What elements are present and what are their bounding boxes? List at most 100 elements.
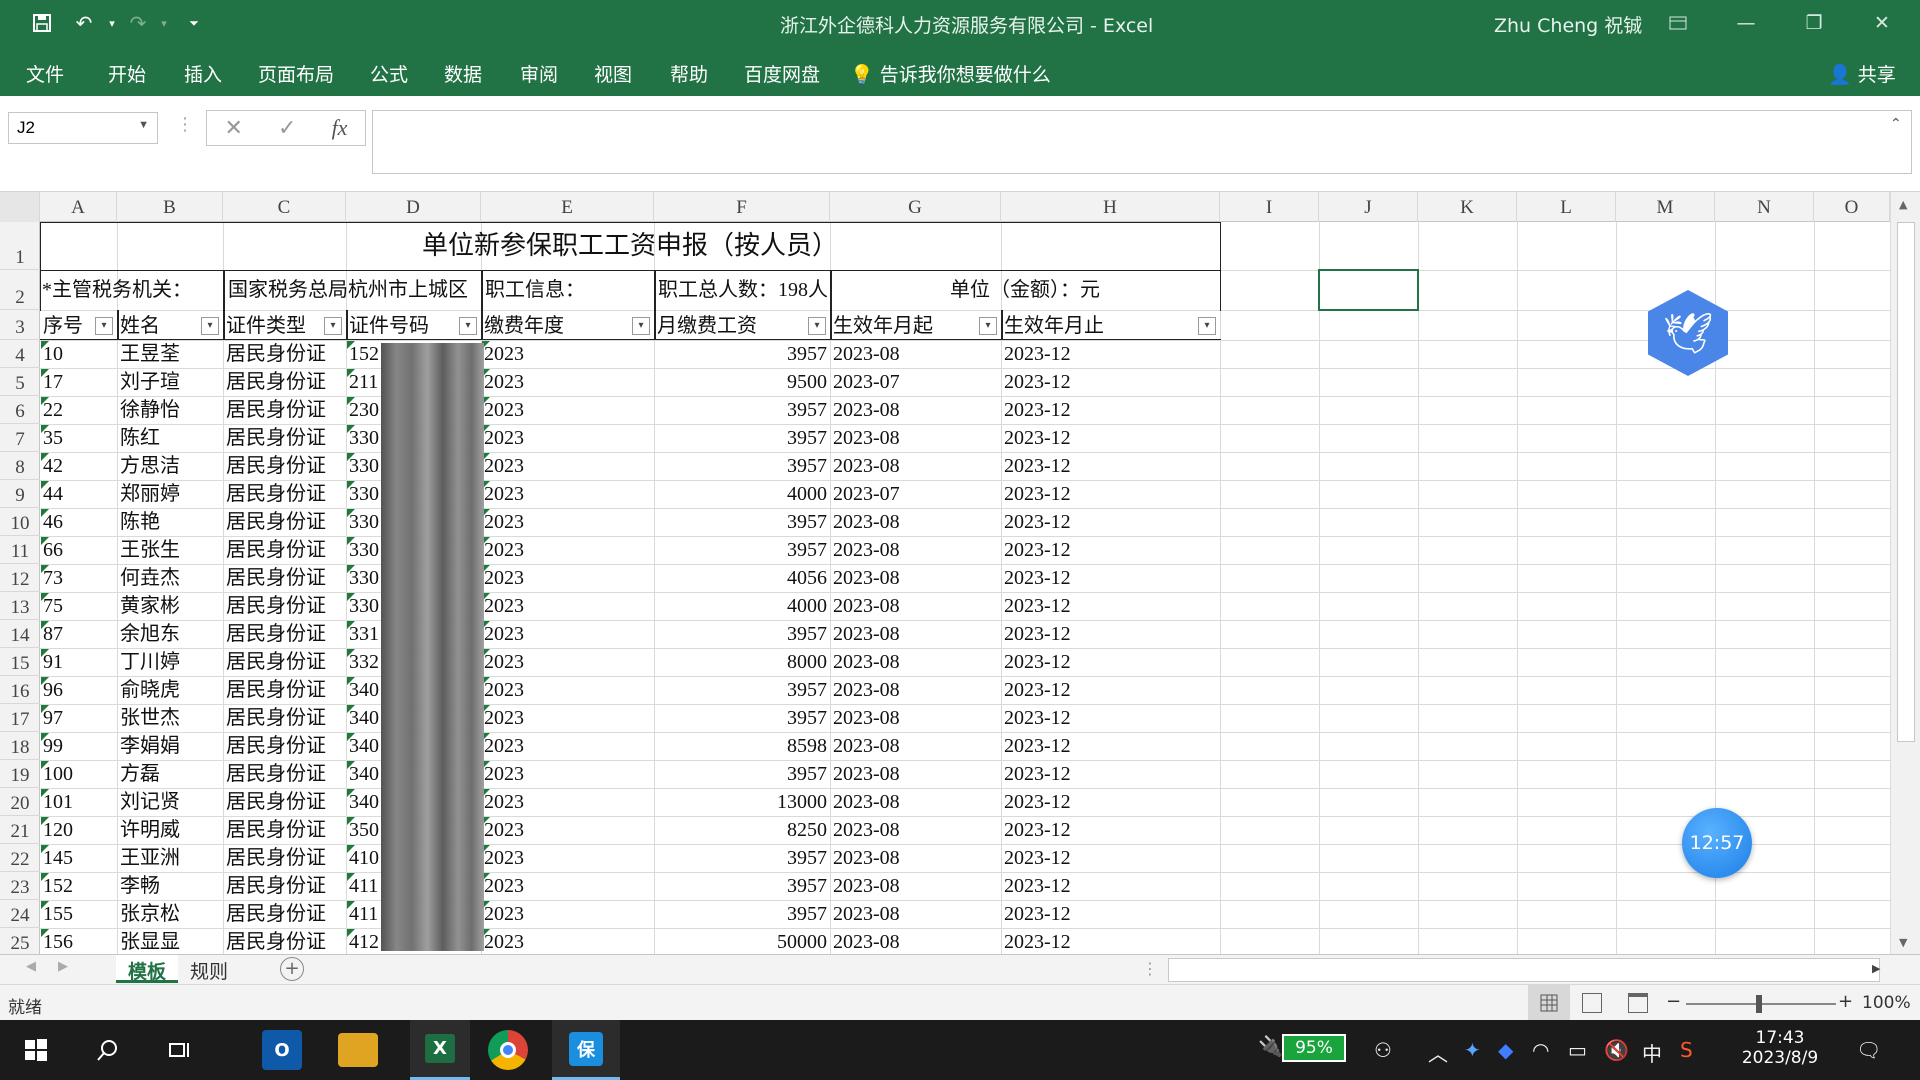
cell-start[interactable]: 2023-08 xyxy=(833,676,998,704)
cell-year[interactable]: 2023 xyxy=(484,396,651,424)
cell-no[interactable]: 10 xyxy=(43,340,114,368)
col-header-a[interactable]: A xyxy=(40,192,117,222)
cell-name[interactable]: 方思洁 xyxy=(120,452,220,480)
cell-wage[interactable]: 3957 xyxy=(657,536,827,564)
cell-year[interactable]: 2023 xyxy=(484,872,651,900)
cell-no[interactable]: 66 xyxy=(43,536,114,564)
cell-start[interactable]: 2023-08 xyxy=(833,340,998,368)
ribbon-display-icon[interactable] xyxy=(1650,0,1706,46)
cell-type[interactable]: 居民身份证 xyxy=(226,816,343,844)
save-icon[interactable] xyxy=(28,10,56,36)
sheet-title[interactable]: 单位新参保职工工资申报（按人员） xyxy=(40,222,1220,270)
cell-wage[interactable]: 9500 xyxy=(657,368,827,396)
cell-wage[interactable]: 3957 xyxy=(657,760,827,788)
cell-year[interactable]: 2023 xyxy=(484,536,651,564)
cell-no[interactable]: 75 xyxy=(43,592,114,620)
restore-icon[interactable]: ❐ xyxy=(1786,0,1842,46)
cell-wage[interactable]: 4000 xyxy=(657,480,827,508)
sogou-ime-icon[interactable]: S xyxy=(1680,1038,1693,1062)
row-header-21[interactable]: 21 xyxy=(0,816,40,844)
row-header-1[interactable]: 1 xyxy=(0,222,40,270)
close-icon[interactable]: ✕ xyxy=(1854,0,1910,46)
cell-no[interactable]: 44 xyxy=(43,480,114,508)
col-header-l[interactable]: L xyxy=(1517,192,1616,222)
employee-info-label[interactable]: 职工信息： xyxy=(485,276,653,304)
cell-no[interactable]: 97 xyxy=(43,704,114,732)
col-header-n[interactable]: N xyxy=(1715,192,1814,222)
menu-file[interactable]: 文件 xyxy=(26,60,64,87)
windows-start-icon[interactable] xyxy=(14,1028,58,1072)
normal-view-icon[interactable] xyxy=(1528,985,1570,1021)
menu-page-layout[interactable]: 页面布局 xyxy=(258,60,334,87)
cell-type[interactable]: 居民身份证 xyxy=(226,676,343,704)
cell-year[interactable]: 2023 xyxy=(484,900,651,928)
row-header-9[interactable]: 9 xyxy=(0,480,40,508)
cell-year[interactable]: 2023 xyxy=(484,928,651,954)
cell-no[interactable]: 73 xyxy=(43,564,114,592)
cell-wage[interactable]: 3957 xyxy=(657,844,827,872)
insurance-app-icon[interactable]: 保 xyxy=(552,1020,620,1080)
cell-wage[interactable]: 3957 xyxy=(657,900,827,928)
clock[interactable]: 17:43 2023/8/9 xyxy=(1730,1028,1830,1068)
cell-name[interactable]: 刘子瑄 xyxy=(120,368,220,396)
cell-type[interactable]: 居民身份证 xyxy=(226,452,343,480)
cell-wage[interactable]: 3957 xyxy=(657,704,827,732)
cell-year[interactable]: 2023 xyxy=(484,620,651,648)
cell-type[interactable]: 居民身份证 xyxy=(226,564,343,592)
cell-start[interactable]: 2023-07 xyxy=(833,480,998,508)
name-box[interactable]: J2 ▼ xyxy=(8,112,158,144)
col-header-j[interactable]: J xyxy=(1319,192,1418,222)
tab-template[interactable]: 模板 xyxy=(116,955,179,983)
cell-wage[interactable]: 8000 xyxy=(657,648,827,676)
cell-end[interactable]: 2023-12 xyxy=(1004,760,1217,788)
cell-year[interactable]: 2023 xyxy=(484,564,651,592)
active-cell-selection[interactable] xyxy=(1318,269,1419,311)
people-icon[interactable]: ⚇ xyxy=(1374,1038,1392,1062)
cell-no[interactable]: 17 xyxy=(43,368,114,396)
row-header-24[interactable]: 24 xyxy=(0,900,40,928)
cell-wage[interactable]: 8598 xyxy=(657,732,827,760)
vertical-scroll-thumb[interactable] xyxy=(1897,222,1915,742)
cell-start[interactable]: 2023-08 xyxy=(833,844,998,872)
cell-no[interactable]: 152 xyxy=(43,872,114,900)
row-header-2[interactable]: 2 xyxy=(0,270,40,310)
cell-wage[interactable]: 3957 xyxy=(657,620,827,648)
cell-start[interactable]: 2023-08 xyxy=(833,508,998,536)
row-header-14[interactable]: 14 xyxy=(0,620,40,648)
cell-year[interactable]: 2023 xyxy=(484,816,651,844)
zoom-out-icon[interactable]: − xyxy=(1666,991,1681,1012)
zoom-level[interactable]: 100% xyxy=(1862,993,1911,1013)
cell-type[interactable]: 居民身份证 xyxy=(226,340,343,368)
cell-name[interactable]: 郑丽婷 xyxy=(120,480,220,508)
cell-name[interactable]: 丁川婷 xyxy=(120,648,220,676)
filter-dropdown-icon[interactable]: ▾ xyxy=(808,317,826,335)
tab-rules[interactable]: 规则 xyxy=(178,955,240,983)
tell-me-box[interactable]: 💡 告诉我你想要做什么 xyxy=(850,60,1051,87)
hscroll-right-icon[interactable]: ▶ xyxy=(1872,962,1880,975)
cell-no[interactable]: 22 xyxy=(43,396,114,424)
row-header-20[interactable]: 20 xyxy=(0,788,40,816)
cell-name[interactable]: 张京松 xyxy=(120,900,220,928)
cell-end[interactable]: 2023-12 xyxy=(1004,452,1217,480)
horizontal-scroll-thumb[interactable] xyxy=(1168,958,1880,982)
cell-wage[interactable]: 4056 xyxy=(657,564,827,592)
filter-dropdown-icon[interactable]: ▾ xyxy=(979,317,997,335)
battery-icon[interactable]: ▭ xyxy=(1568,1038,1587,1062)
select-all-corner[interactable] xyxy=(0,192,40,222)
cell-year[interactable]: 2023 xyxy=(484,788,651,816)
drag-handle-icon[interactable]: ⋮ xyxy=(1142,959,1158,978)
cell-wage[interactable]: 8250 xyxy=(657,816,827,844)
header-monthly-wage[interactable]: 月缴费工资 xyxy=(657,312,805,340)
cell-type[interactable]: 居民身份证 xyxy=(226,760,343,788)
filter-dropdown-icon[interactable]: ▾ xyxy=(324,317,342,335)
cell-end[interactable]: 2023-12 xyxy=(1004,508,1217,536)
undo-icon[interactable]: ↶ xyxy=(70,10,98,36)
cell-no[interactable]: 155 xyxy=(43,900,114,928)
insert-function-icon[interactable]: fx xyxy=(332,115,348,141)
cell-year[interactable]: 2023 xyxy=(484,424,651,452)
filter-dropdown-icon[interactable]: ▾ xyxy=(632,317,650,335)
power-plug-icon[interactable]: 🔌 xyxy=(1258,1034,1283,1058)
cell-start[interactable]: 2023-08 xyxy=(833,928,998,954)
cell-year[interactable]: 2023 xyxy=(484,368,651,396)
cell-end[interactable]: 2023-12 xyxy=(1004,424,1217,452)
